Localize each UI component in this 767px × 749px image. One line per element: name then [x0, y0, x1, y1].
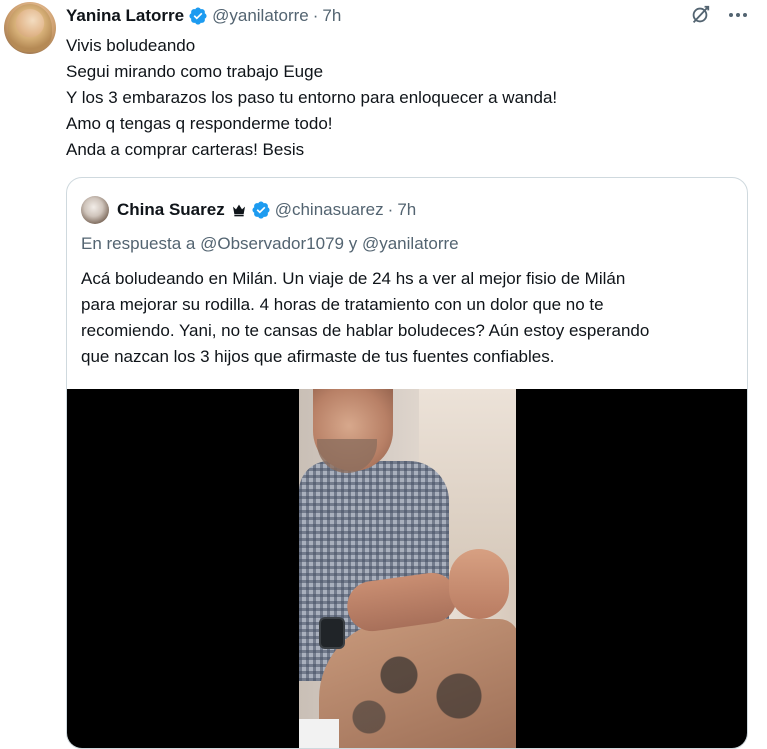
video-player[interactable] — [67, 389, 747, 748]
author-name[interactable]: Yanina Latorre — [66, 6, 184, 26]
quoted-text-line: que nazcan los 3 hijos que afirmaste de … — [81, 347, 555, 366]
tweet-text: Vivis boludeando Segui mirando como trab… — [66, 33, 557, 163]
tweet[interactable]: Yanina Latorre @yanilatorre · 7h Vivis b… — [0, 0, 767, 749]
tweet-text-line: Y los 3 embarazos los paso tu entorno pa… — [66, 88, 558, 107]
tweet-header: Yanina Latorre @yanilatorre · 7h — [66, 4, 341, 28]
reply-context: En respuesta a @Observador1079 y @yanila… — [81, 234, 459, 254]
quoted-text-line: para mejorar su rodilla. 4 horas de trat… — [81, 295, 604, 314]
author-handle[interactable]: @yanilatorre — [212, 6, 309, 26]
quoted-author-name[interactable]: China Suarez — [117, 200, 225, 220]
reply-and: y — [348, 234, 358, 253]
reply-prefix: En respuesta a — [81, 234, 196, 253]
separator-dot: · — [312, 6, 319, 25]
tweet-text-line: Amo q tengas q responderme todo! — [66, 114, 333, 133]
crown-icon — [232, 204, 245, 217]
quoted-text-line: Acá boludeando en Milán. Un viaje de 24 … — [81, 269, 626, 288]
quoted-text-line: recomiendo. Yani, no te cansas de hablar… — [81, 321, 650, 340]
quoted-tweet-text: Acá boludeando en Milán. Un viaje de 24 … — [81, 266, 741, 370]
quoted-tweet[interactable]: China Suarez @chinasuarez · 7h En respue… — [66, 177, 748, 749]
separator-dot: · — [387, 200, 394, 219]
quoted-tweet-header: China Suarez @chinasuarez · 7h — [81, 196, 416, 224]
quoted-author-avatar[interactable] — [81, 196, 109, 224]
more-icon[interactable] — [727, 4, 749, 26]
tweet-time[interactable]: 7h — [322, 6, 341, 26]
tweet-actions-top — [689, 4, 749, 26]
tweet-text-line: Segui mirando como trabajo Euge — [66, 62, 324, 81]
verified-badge-icon — [189, 7, 207, 25]
verified-badge-icon — [252, 201, 270, 219]
reply-user-link[interactable]: @yanilatorre — [362, 234, 459, 253]
video-frame — [299, 389, 516, 748]
tweet-text-line: Anda a comprar carteras! Besis — [66, 140, 305, 159]
reply-user-link[interactable]: @Observador1079 — [200, 234, 344, 253]
tweet-text-line: Vivis boludeando — [66, 36, 196, 55]
author-avatar[interactable] — [4, 2, 56, 54]
quoted-tweet-time[interactable]: 7h — [397, 200, 416, 220]
quoted-author-handle[interactable]: @chinasuarez — [275, 200, 384, 220]
grok-icon[interactable] — [689, 4, 711, 26]
